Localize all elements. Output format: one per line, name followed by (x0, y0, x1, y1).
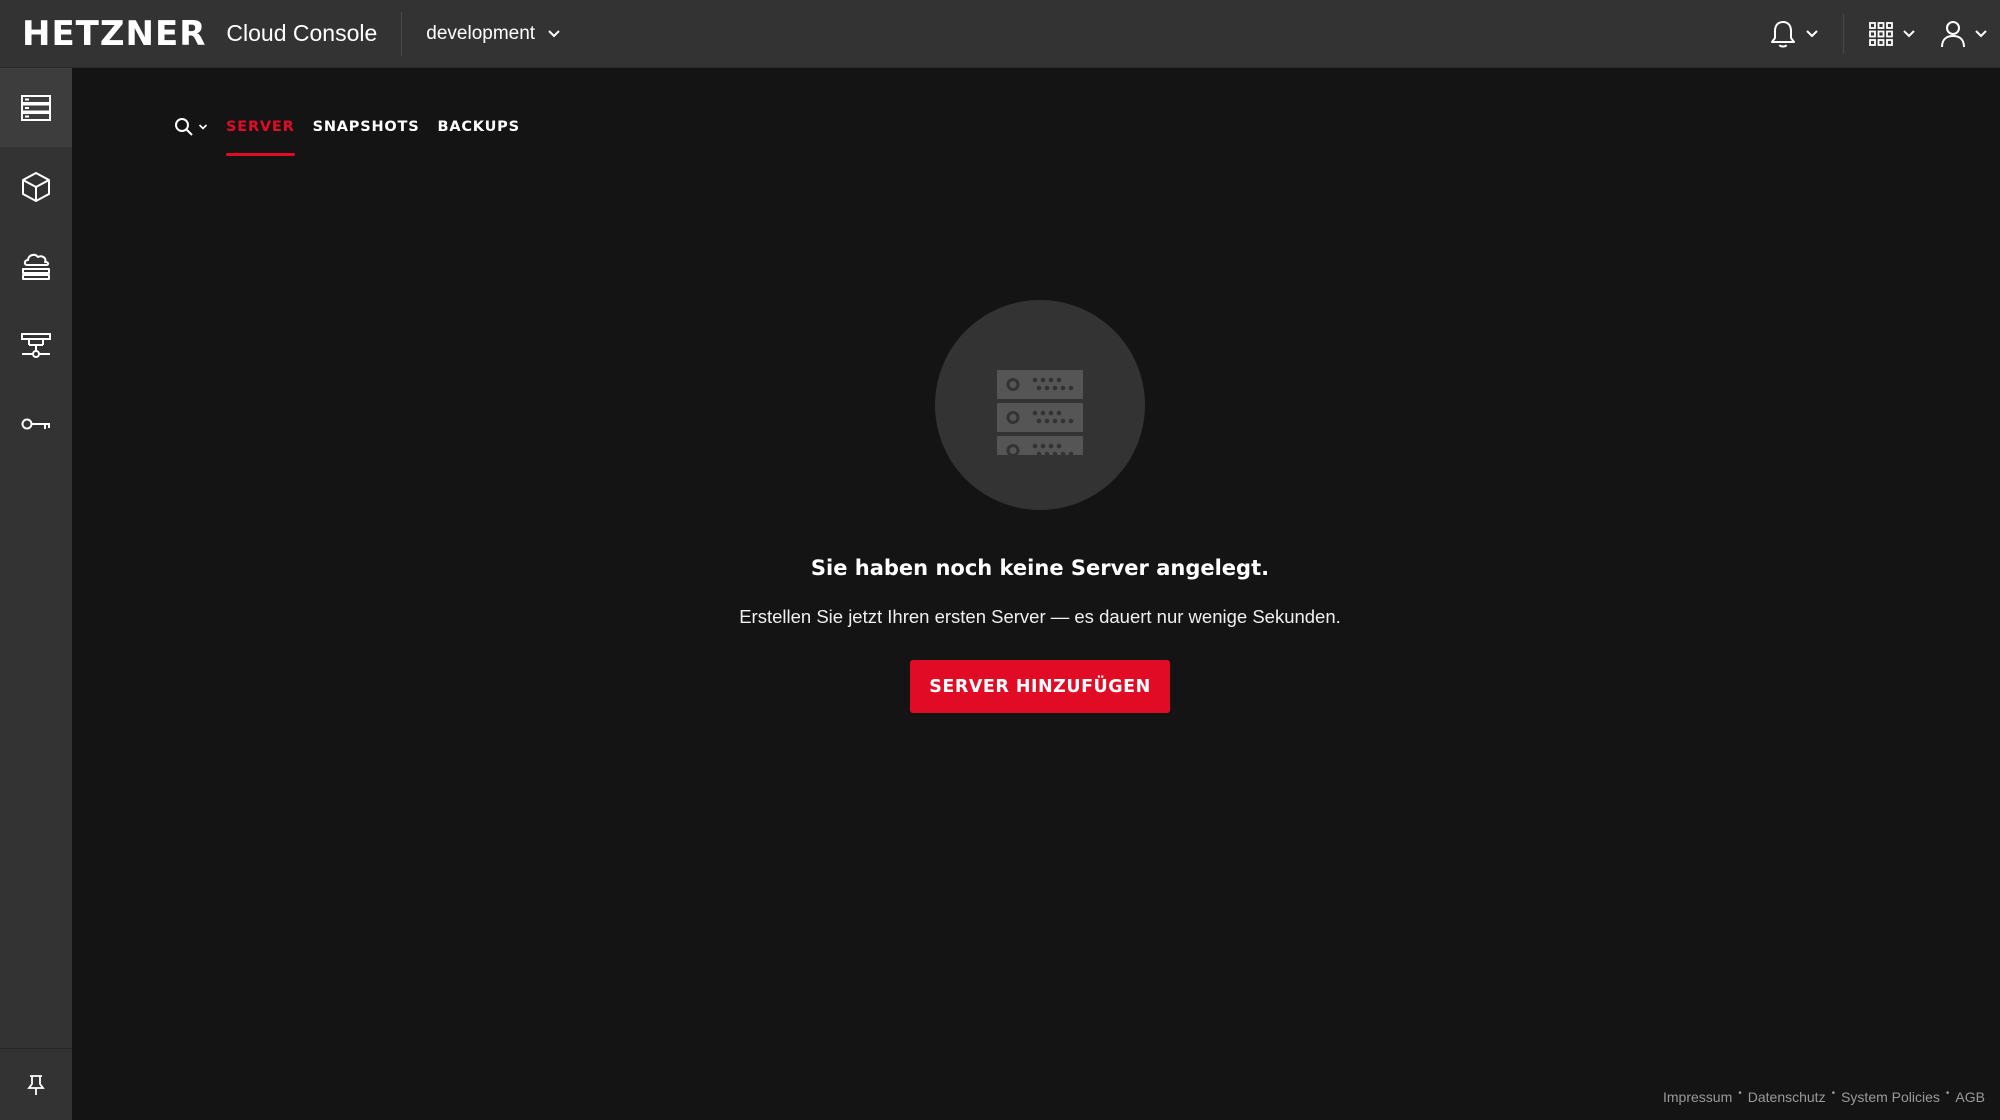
cloud-network-icon (22, 253, 50, 280)
tab-server[interactable]: SERVER (226, 106, 295, 156)
top-bar: HETZNER Cloud Console development (0, 0, 2000, 68)
footer-separator: • (1945, 1087, 1950, 1099)
sidebar-item-load-balancers[interactable] (0, 226, 72, 305)
user-icon (1941, 21, 1965, 48)
add-server-button[interactable]: SERVER HINZUFÜGEN (910, 660, 1170, 713)
chevron-down-icon (1806, 30, 1818, 38)
sidebar-item-servers[interactable] (0, 68, 72, 147)
server-stack-icon (997, 370, 1083, 455)
header-divider (1843, 14, 1844, 54)
sidebar-item-networks[interactable] (0, 305, 72, 384)
hetzner-logo[interactable]: HETZNER (22, 17, 206, 51)
empty-state-illustration (935, 300, 1145, 510)
search-icon (175, 118, 193, 136)
user-menu-button[interactable] (1928, 12, 2000, 56)
notifications-button[interactable] (1757, 12, 1831, 56)
cube-icon (22, 171, 50, 202)
pin-sidebar-button[interactable] (0, 1048, 72, 1120)
apps-menu-button[interactable] (1856, 12, 1928, 56)
footer-link-datenschutz[interactable]: Datenschutz (1748, 1089, 1826, 1105)
footer-link-system-policies[interactable]: System Policies (1841, 1089, 1940, 1105)
empty-state: Sie haben noch keine Server angelegt. Er… (72, 300, 2000, 713)
footer-separator: • (1831, 1087, 1836, 1099)
footer-link-agb[interactable]: AGB (1955, 1089, 1985, 1105)
sidebar (0, 68, 72, 1120)
footer-separator: • (1738, 1087, 1742, 1099)
key-icon (21, 418, 50, 429)
empty-state-subtitle: Erstellen Sie jetzt Ihren ersten Server … (739, 606, 1341, 627)
chevron-down-icon (1975, 30, 1987, 38)
grid-icon (1869, 22, 1893, 46)
chevron-down-icon (198, 124, 208, 130)
chevron-down-icon (1903, 30, 1915, 38)
header-divider (401, 11, 403, 56)
bell-icon (1771, 21, 1795, 48)
footer: Impressum • Datenschutz • System Policie… (1663, 1087, 1985, 1106)
tab-search[interactable] (174, 106, 208, 148)
chevron-down-icon (548, 29, 560, 37)
footer-link-impressum[interactable]: Impressum (1663, 1089, 1732, 1105)
server-tabs: SERVER SNAPSHOTS BACKUPS (174, 106, 538, 158)
tab-backups[interactable]: BACKUPS (437, 106, 519, 156)
sidebar-item-security[interactable] (0, 384, 72, 463)
tab-snapshots[interactable]: SNAPSHOTS (313, 106, 420, 156)
network-icon (21, 332, 51, 358)
header-actions (1757, 0, 2000, 68)
project-name: development (426, 22, 536, 44)
sidebar-item-volumes[interactable] (0, 147, 72, 226)
empty-state-title: Sie haben noch keine Server angelegt. (810, 556, 1270, 580)
server-rack-icon (21, 94, 51, 121)
app-name: Cloud Console (226, 20, 378, 46)
pin-icon (27, 1074, 45, 1095)
project-selector[interactable]: development (426, 12, 561, 56)
